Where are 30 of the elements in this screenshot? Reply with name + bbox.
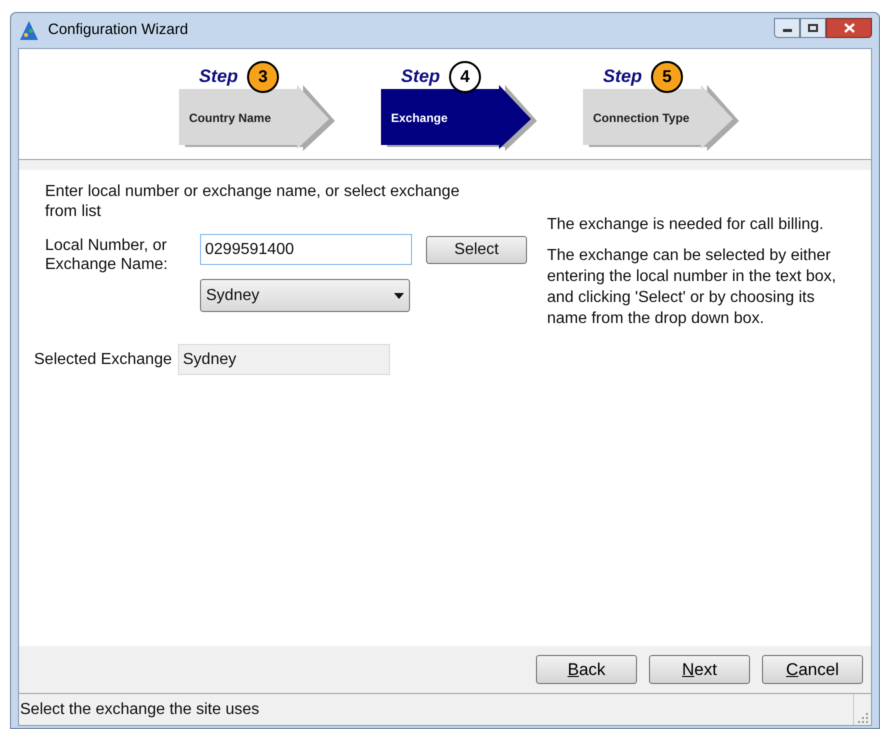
close-icon xyxy=(844,22,854,32)
wizard-button[interactable]: Cancel xyxy=(762,655,863,684)
step-number: 3 xyxy=(247,61,279,93)
dropdown-arrow-icon xyxy=(394,292,404,298)
step-label: Exchange xyxy=(391,110,448,127)
close-button[interactable] xyxy=(826,18,872,38)
help-text: The exchange is needed for call billing. xyxy=(547,215,825,235)
step-number: 5 xyxy=(651,61,683,93)
wizard-button[interactable]: Next xyxy=(649,655,750,684)
maximize-button[interactable] xyxy=(800,18,826,38)
exchange-dropdown[interactable]: Sydney xyxy=(200,279,410,312)
step-word: Step xyxy=(401,65,440,88)
status-text: Select the exchange the site uses xyxy=(19,700,260,720)
select-button[interactable]: Select xyxy=(426,236,527,264)
step-word: Step xyxy=(199,65,238,88)
selected-exchange-label: Selected Exchange xyxy=(34,350,172,370)
local-number-field[interactable]: 0299591400 xyxy=(200,234,412,265)
wizard-button[interactable]: Back xyxy=(536,655,637,684)
step-label: Country Name xyxy=(189,110,272,127)
window-title: Configuration Wizard xyxy=(48,20,188,40)
local-number-label: Local Number, or Exchange Name: xyxy=(45,236,169,275)
step-number: 4 xyxy=(449,61,481,93)
step-word: Step xyxy=(603,65,642,88)
help-text: The exchange can be selected by either entering the local number in the text box, and clicking 'Select' or by choosing its name from the drop down box. xyxy=(547,246,838,329)
instruction-text: Enter local number or exchange name, or select exchange from list xyxy=(45,182,460,222)
wizard-hat-icon xyxy=(18,20,40,42)
minimize-button[interactable] xyxy=(774,18,800,38)
step-label: Connection Type xyxy=(593,110,690,127)
selected-exchange-field: Sydney xyxy=(178,344,390,375)
resize-grip-icon xyxy=(858,713,868,723)
